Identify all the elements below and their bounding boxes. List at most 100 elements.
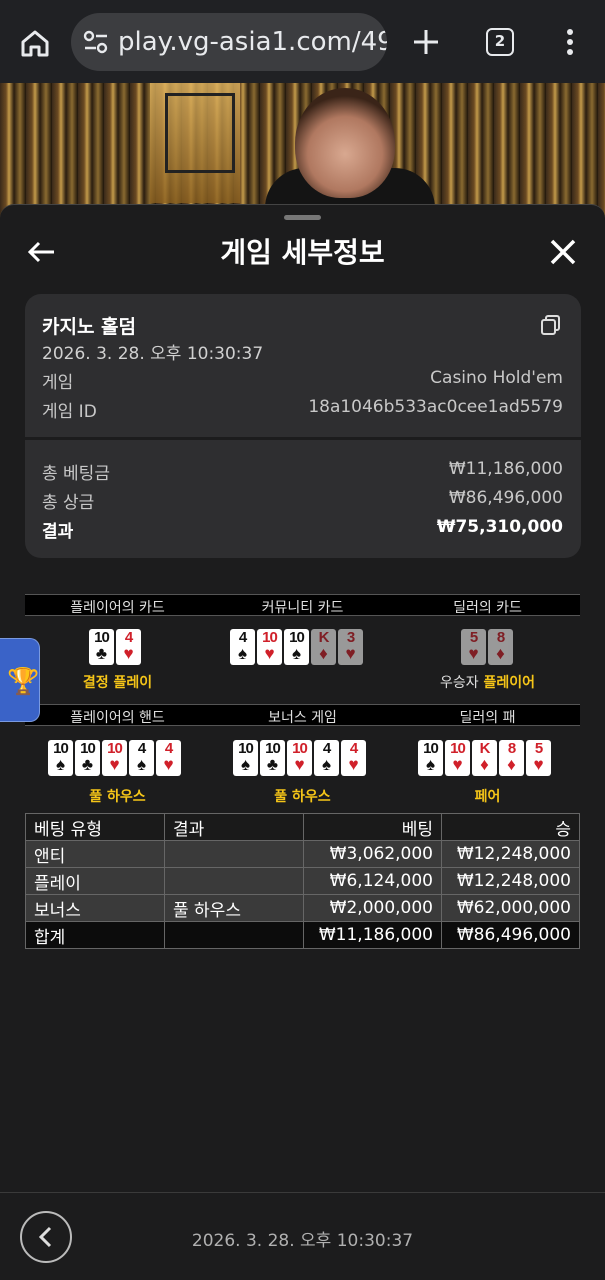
total-result [164,921,304,949]
site-settings-icon[interactable] [83,30,109,54]
card-rank: 4 [164,740,173,757]
playing-card: 10 ♥ [287,740,312,776]
card-suit-icon: ♦ [496,644,505,663]
cell-win: ₩12,248,000 [441,840,580,868]
card-rank: 4 [322,740,331,757]
total-bet-value: ₩11,186,000 [448,459,563,479]
card-rank: 4 [124,629,133,646]
playing-card: 10 ♥ [257,629,282,665]
playing-card: 10 ♠ [233,740,258,776]
card-rank: 10 [80,740,96,757]
card-suit-icon: ♠ [425,755,436,774]
cell-result [164,840,304,868]
address-bar[interactable]: play.vg-asia1.com/496 [71,13,387,71]
total-prize-label: 총 상금 [42,493,95,513]
live-video-background [0,83,605,218]
result-value: ₩75,310,000 [436,517,563,537]
card-rank: 10 [265,740,281,757]
card-rank: 5 [469,629,478,646]
player-decision-caption: 결정 플레이 [82,675,153,691]
card-suit-icon: ♥ [533,755,544,774]
footer-bar: 2026. 3. 28. 오후 10:30:37 [0,1192,605,1280]
cell-bet-type: 앤티 [25,840,165,868]
copy-icon[interactable] [540,314,562,336]
cell-bet: ₩2,000,000 [303,894,442,922]
card-suit-icon: ♥ [294,755,305,774]
game-label: 게임 [42,373,74,393]
card-rank: 10 [107,740,123,757]
header-win: 승 [441,813,580,841]
card-rank: 10 [289,629,305,646]
bets-table: 베팅 유형 결과 베팅 승 앤티 ₩3,062,000 ₩12,248,000 … [25,813,580,949]
player-hand-caption: 풀 하우스 [89,789,146,805]
hands-header-strip: 플레이어의 핸드 보너스 게임 딜러의 패 [25,704,580,726]
playing-card: K ♦ [311,629,336,665]
footer-timestamp: 2026. 3. 28. 오후 10:30:37 [191,1231,414,1251]
game-value: Casino Hold'em [430,368,563,388]
card-rank: 10 [262,629,278,646]
card-rank: 4 [137,740,146,757]
game-id-value: 18a1046b533ac0cee1ad5579 [308,397,563,417]
playing-card: 5 ♥ [526,740,551,776]
total-label: 합계 [25,921,165,949]
dealer-cards: 5 ♥ 8 ♦ [461,629,513,665]
more-menu-icon[interactable] [555,24,585,60]
card-suit-icon: ♥ [163,755,174,774]
playing-card: 5 ♥ [461,629,486,665]
card-rank: 10 [450,740,466,757]
playing-card: 10 ♥ [445,740,470,776]
card-suit-icon: ♣ [81,755,94,774]
tab-switcher-button[interactable]: 2 [486,28,514,56]
card-suit-icon: ♦ [319,644,328,663]
card-rank: 4 [238,629,247,646]
card-rank: 4 [349,740,358,757]
cell-bet: ₩3,062,000 [303,840,442,868]
playing-card: K ♦ [472,740,497,776]
bonus-hand: 10 ♠ 10 ♣ 10 ♥ 4 ♠ 4 ♥ [233,740,366,776]
game-id-label: 게임 ID [42,402,97,422]
card-rank: K [318,629,330,646]
table-row: 플레이 ₩6,124,000 ₩12,248,000 [25,867,580,895]
playing-card: 4 ♥ [341,740,366,776]
total-prize-value: ₩86,496,000 [448,488,563,508]
total-bet: ₩11,186,000 [303,921,442,949]
card-suit-icon: ♠ [240,755,251,774]
card-suit-icon: ♥ [109,755,120,774]
drag-handle[interactable] [284,215,321,220]
leaderboard-tab[interactable]: 🏆 [0,638,40,722]
result-label: 결과 [42,522,74,542]
header-bet-type: 베팅 유형 [25,813,165,841]
game-timestamp: 2026. 3. 28. 오후 10:30:37 [42,344,264,364]
card-suit-icon: ♠ [136,755,147,774]
trophy-icon: 🏆 [7,667,40,697]
player-hand-heading: 플레이어의 핸드 [70,710,165,726]
playing-card: 10 ♠ [284,629,309,665]
playing-card: 10 ♥ [102,740,127,776]
cell-win: ₩62,000,000 [441,894,580,922]
card-suit-icon: ♥ [452,755,463,774]
home-icon[interactable] [14,22,56,64]
card-rank: 10 [94,629,110,646]
header-result: 결과 [164,813,304,841]
community-cards-heading: 커뮤니티 카드 [261,600,344,616]
winner-label: 우승자 [439,675,479,691]
cards-header-strip: 플레이어의 카드 커뮤니티 카드 딜러의 카드 [25,594,580,616]
card-suit-icon: ♥ [123,644,134,663]
card-suit-icon: ♣ [95,644,108,663]
card-suit-icon: ♠ [237,644,248,663]
card-suit-icon: ♥ [468,644,479,663]
playing-card: 10 ♠ [418,740,443,776]
dealer-cards-heading: 딜러의 카드 [453,600,522,616]
bonus-game-heading: 보너스 게임 [268,710,337,726]
card-suit-icon: ♣ [266,755,279,774]
new-tab-icon[interactable] [406,22,446,62]
playing-card: 10 ♣ [260,740,285,776]
table-total-row: 합계 ₩11,186,000 ₩86,496,000 [25,921,580,949]
card-rank: 10 [238,740,254,757]
card-suit-icon: ♠ [291,644,302,663]
card-suit-icon: ♥ [264,644,275,663]
close-icon[interactable] [548,237,578,267]
dealer-hand: 10 ♠ 10 ♥ K ♦ 8 ♦ 5 ♥ [418,740,551,776]
player-hand: 10 ♠ 10 ♣ 10 ♥ 4 ♠ 4 ♥ [48,740,181,776]
card-rank: 3 [346,629,355,646]
